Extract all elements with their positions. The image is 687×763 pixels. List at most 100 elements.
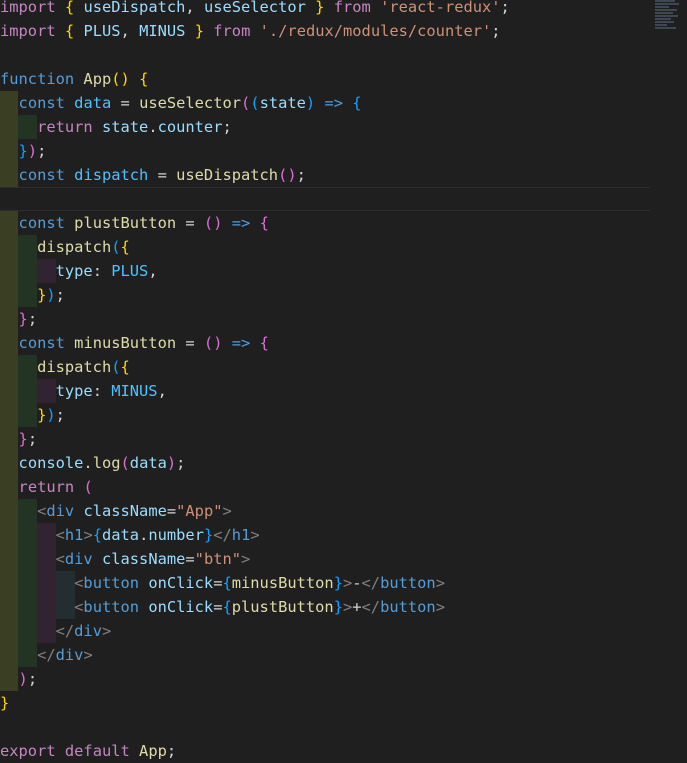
code-token: return [18,478,75,496]
code-line[interactable]: dispatch({ [0,235,650,259]
code-line[interactable]: <button onClick={plustButton}>+</button> [0,595,650,619]
code-token: ; [27,430,38,448]
code-token: ) [27,142,38,160]
code-token: () [111,70,130,88]
code-token: data [74,94,112,112]
code-token: PLUS [83,22,121,40]
code-line[interactable]: const minusButton = () => { [0,331,650,355]
code-token: className [101,550,186,568]
code-line[interactable] [0,187,650,211]
code-token: } [333,598,343,616]
code-line[interactable]: <div className="btn"> [0,547,650,571]
code-line[interactable]: const dispatch = useDispatch(); [0,163,650,187]
code-token: { [222,574,232,592]
code-token: MINUS [139,22,186,40]
code-line[interactable]: <h1>{data.number}</h1> [0,523,650,547]
code-line[interactable] [0,715,650,739]
code-token: minusButton [231,574,334,592]
code-token: useSelector [139,94,241,112]
code-token: < [55,526,65,544]
code-token: > [222,502,232,520]
code-token: ( [241,94,251,112]
code-token: import [0,22,56,40]
code-token: const [18,334,65,352]
code-token: } [18,430,28,448]
code-line[interactable]: console.log(data); [0,451,650,475]
code-line[interactable]: const data = useSelector((state) => { [0,91,650,115]
code-token: div [74,622,102,640]
code-token: ) [18,670,28,688]
code-token: ) [46,286,56,304]
code-line[interactable]: <div className="App"> [0,499,650,523]
code-token: < [37,502,47,520]
code-line[interactable]: import { PLUS, MINUS } from './redux/mod… [0,19,650,43]
code-line[interactable]: } [0,691,650,715]
code-token: } [203,526,214,544]
code-line[interactable]: import { useDispatch, useSelector } from… [0,0,650,19]
code-token: ( [111,358,121,376]
code-token: = [148,166,177,184]
code-area[interactable]: import { useDispatch, useSelector } from… [0,0,650,763]
code-token: state [259,94,306,112]
code-token: : [92,262,112,280]
code-token: ) [46,406,56,424]
code-token: = [176,214,204,232]
code-token: } [37,406,47,424]
code-line[interactable]: }; [0,427,650,451]
code-line[interactable]: }; [0,307,650,331]
code-line[interactable]: </div> [0,643,650,667]
code-line[interactable]: <button onClick={minusButton}>-</button> [0,571,650,595]
code-token: ) [305,94,316,112]
code-line[interactable]: }); [0,283,650,307]
code-token: > [241,550,251,568]
code-line[interactable] [0,43,650,67]
code-token: App [139,742,167,760]
code-token: > [250,526,260,544]
code-token: App [83,70,112,88]
code-line[interactable]: export default App; [0,739,650,763]
code-line[interactable]: }); [0,403,650,427]
code-line[interactable]: }); [0,139,650,163]
code-line[interactable]: return ( [0,475,650,499]
code-token: { [352,94,362,112]
code-editor[interactable]: import { useDispatch, useSelector } from… [0,0,687,763]
code-token: } [0,694,10,712]
code-token: data [102,526,140,544]
code-line[interactable]: type: MINUS, [0,379,650,403]
code-token: = [185,550,195,568]
code-token: ; [491,22,501,40]
code-token: > [435,574,445,592]
code-token: . [83,454,93,472]
code-token: </ [55,622,75,640]
minimap[interactable] [655,0,681,40]
code-token: { [92,526,102,544]
code-line[interactable]: type: PLUS, [0,259,650,283]
code-line[interactable]: function App() { [0,67,650,91]
code-line[interactable]: </div> [0,619,650,643]
code-line[interactable]: ); [0,667,650,691]
code-line[interactable]: const plustButton = () => { [0,211,650,235]
code-line[interactable]: dispatch({ [0,355,650,379]
code-token: } [37,286,47,304]
code-line[interactable]: return state.counter; [0,115,650,139]
code-token: , [157,382,167,400]
code-token: } [333,574,343,592]
